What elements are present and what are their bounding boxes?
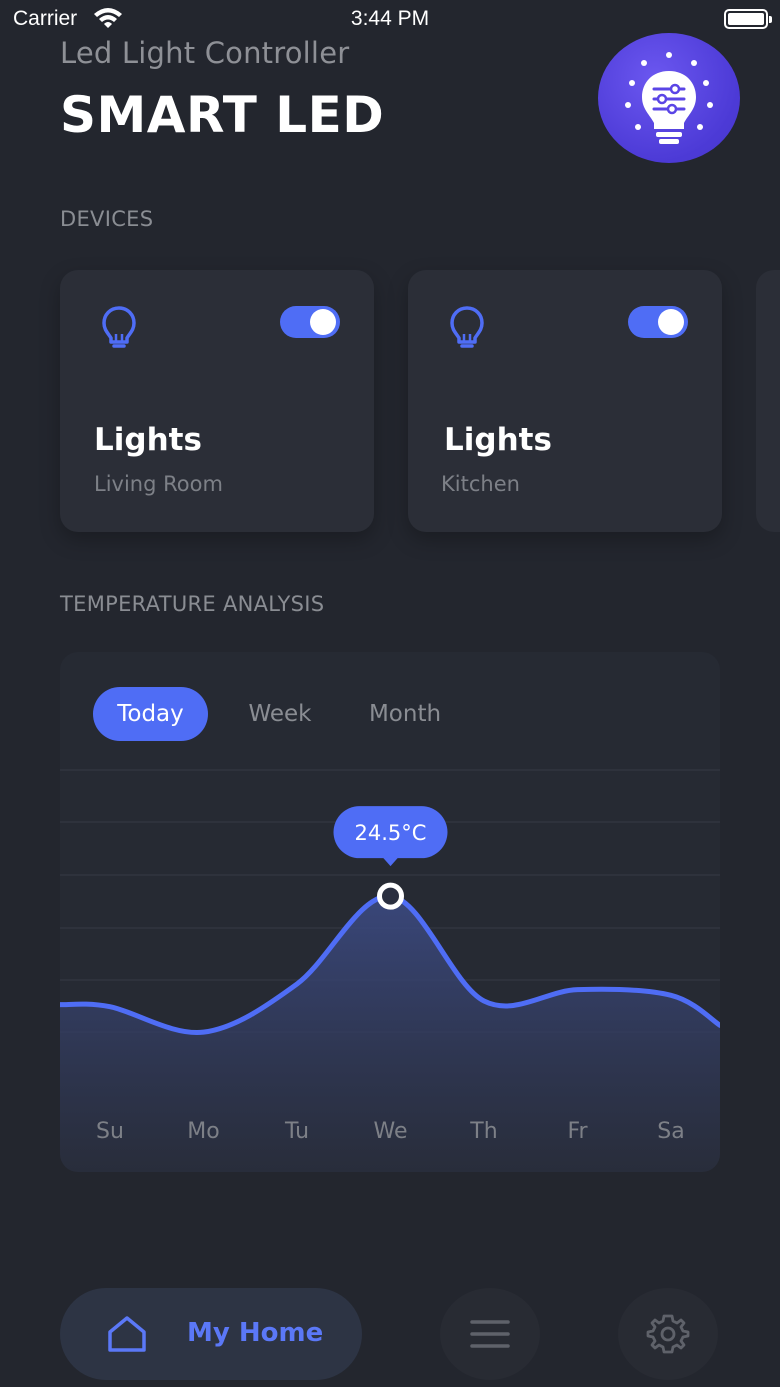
kitchen-toggle[interactable]	[628, 306, 688, 338]
temperature-section-label: TEMPERATURE ANALYSIS	[60, 592, 325, 616]
x-tick-label: Fr	[567, 1119, 588, 1144]
bulb-icon	[446, 304, 488, 354]
app-screen: Carrier 3:44 PM Led Light Controller SMA…	[0, 0, 780, 1387]
app-subtitle: Led Light Controller	[60, 36, 350, 70]
tab-month[interactable]: Month	[352, 687, 458, 741]
nav-home-label: My Home	[187, 1318, 324, 1348]
settings-icon	[646, 1314, 690, 1354]
devices-section-label: DEVICES	[60, 207, 154, 231]
nav-settings-button[interactable]	[618, 1288, 718, 1380]
highlight-point	[377, 882, 404, 910]
x-tick-label: Th	[469, 1119, 497, 1144]
device-card-kitchen[interactable]: Lights Kitchen	[408, 270, 722, 532]
tooltip-pointer	[382, 857, 399, 867]
battery-icon	[724, 9, 772, 29]
temperature-tooltip: 24.5°C	[355, 821, 427, 845]
bulb-sliders-icon[interactable]	[598, 33, 740, 163]
living-room-toggle[interactable]	[280, 306, 340, 338]
tab-week[interactable]: Week	[230, 687, 330, 741]
x-tick-label: Su	[96, 1119, 124, 1144]
device-card-living-room[interactable]: Lights Living Room	[60, 270, 374, 532]
device-room: Kitchen	[441, 472, 520, 496]
device-name: Lights	[94, 422, 202, 458]
menu-icon	[470, 1320, 510, 1348]
nav-my-home[interactable]: My Home	[60, 1288, 362, 1380]
x-tick-label: Tu	[284, 1119, 309, 1144]
x-tick-label: Sa	[657, 1119, 684, 1144]
x-tick-label: We	[374, 1119, 408, 1144]
temperature-chart-card: 24.5°C Su Mo Tu We Th Fr Sa Today Week Month	[60, 652, 720, 1172]
bulb-icon	[98, 304, 140, 354]
app-title: SMART LED	[60, 86, 385, 144]
tab-today[interactable]: Today	[93, 687, 208, 741]
x-tick-label: Mo	[187, 1119, 219, 1144]
home-icon	[106, 1314, 148, 1358]
nav-menu-button[interactable]	[440, 1288, 540, 1380]
device-room: Living Room	[94, 472, 223, 496]
device-card-partial[interactable]	[756, 270, 780, 532]
clock: 3:44 PM	[350, 7, 430, 30]
device-name: Lights	[444, 422, 552, 458]
